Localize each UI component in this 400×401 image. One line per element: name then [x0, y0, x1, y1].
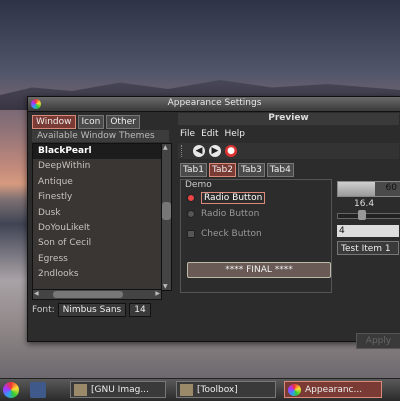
menu-edit[interactable]: Edit	[201, 129, 218, 139]
list-item[interactable]: BlackPearl	[33, 144, 161, 160]
toolbox-icon	[180, 384, 193, 396]
font-row: Font: Nimbus Sans 14	[32, 302, 151, 317]
tab-window[interactable]: Window	[32, 115, 76, 129]
list-item[interactable]: Finestly	[33, 190, 161, 205]
category-tabs: Window Icon Other	[32, 115, 140, 129]
progress-fill	[338, 182, 376, 196]
forward-arrow-icon[interactable]: ▶	[209, 145, 221, 157]
font-label: Font:	[32, 304, 55, 315]
taskbar-app-appearance[interactable]: Appearanc...	[284, 381, 382, 398]
tab-other[interactable]: Other	[106, 115, 140, 129]
toolbar-grip-icon[interactable]	[181, 145, 185, 157]
check-button[interactable]: Check Button	[187, 228, 262, 240]
list-item[interactable]: 2ndlooks	[33, 267, 161, 282]
final-button[interactable]: **** FINAL ****	[187, 262, 331, 278]
themes-horizontal-scrollbar[interactable]: ◀ ▶	[32, 289, 162, 300]
list-item[interactable]: Dusk	[33, 206, 161, 221]
preview-tabs: Tab1 Tab2 Tab3 Tab4	[180, 163, 294, 177]
preview-menubar: File Edit Help	[180, 129, 245, 139]
gimp-icon	[74, 384, 87, 396]
taskbar-app-label: Appearanc...	[305, 385, 363, 395]
start-menu-icon[interactable]	[3, 382, 19, 398]
taskbar-app-label: [GNU Imag...	[91, 385, 149, 395]
list-item[interactable]: DoYouLikeIt	[33, 221, 161, 236]
radio-label: Radio Button	[201, 209, 260, 219]
radio-button-1[interactable]: Radio Button	[187, 192, 266, 204]
tab-1[interactable]: Tab1	[180, 163, 207, 177]
themes-list[interactable]: BlackPearl DeepWithin Antique Finestly D…	[32, 143, 162, 291]
preview-toolbar: ◀ ▶ ●	[178, 143, 399, 159]
list-item[interactable]: Son of Cecil	[33, 236, 161, 251]
menu-file[interactable]: File	[180, 129, 195, 139]
appearance-settings-window: Appearance Settings Window Icon Other Av…	[27, 96, 400, 349]
progress-bar: 60	[337, 181, 400, 197]
themes-vertical-scrollbar[interactable]: ▲ ▼	[161, 143, 172, 291]
checkbox-indicator-icon[interactable]	[187, 230, 195, 238]
check-label: Check Button	[201, 229, 262, 239]
taskbar-app-label: [Toolbox]	[197, 385, 238, 395]
scrollbar-thumb[interactable]	[53, 291, 123, 298]
radio-button-2[interactable]: Radio Button	[187, 208, 259, 220]
tab-3[interactable]: Tab3	[237, 163, 265, 177]
scroll-up-icon[interactable]: ▲	[163, 144, 168, 151]
font-name-field[interactable]: Nimbus Sans	[57, 302, 127, 317]
list-item[interactable]: Antique	[33, 175, 161, 190]
list-item[interactable]: DeepWithin	[33, 159, 161, 174]
apply-button[interactable]: Apply	[356, 333, 400, 349]
tab-4[interactable]: Tab4	[266, 163, 294, 177]
radio-indicator-icon[interactable]	[187, 210, 195, 218]
scroll-right-icon[interactable]: ▶	[155, 290, 160, 297]
scroll-left-icon[interactable]: ◀	[34, 290, 39, 297]
left-pane: Window Icon Other Available Window Theme…	[30, 113, 173, 339]
taskbar-app-toolbox[interactable]: [Toolbox]	[176, 381, 276, 398]
demo-group: Demo Radio Button Radio Button Check But…	[180, 179, 332, 293]
window-title: Appearance Settings	[167, 98, 262, 108]
radio-label: Radio Button	[201, 192, 266, 204]
preview-title: Preview	[178, 113, 399, 125]
back-arrow-icon[interactable]: ◀	[193, 145, 205, 157]
taskbar: [GNU Imag... [Toolbox] Appearanc...	[0, 378, 400, 401]
list-item[interactable]: Egress	[33, 252, 161, 267]
demo-label: Demo	[185, 180, 212, 190]
radio-indicator-icon[interactable]	[187, 194, 195, 202]
font-size-field[interactable]: 14	[129, 302, 151, 317]
preview-pane: Preview File Edit Help ◀ ▶ ● Tab1 Tab2 T…	[178, 113, 400, 349]
scroll-down-icon[interactable]: ▼	[163, 283, 168, 290]
tab-2[interactable]: Tab2	[208, 163, 236, 177]
list-item[interactable]: Test Item 1	[337, 241, 399, 255]
themes-list-header: Available Window Themes	[32, 130, 169, 142]
scrollbar-thumb[interactable]	[162, 202, 171, 220]
tools-icon[interactable]	[30, 382, 46, 398]
progress-value: 60	[385, 183, 397, 193]
window-titlebar[interactable]: Appearance Settings	[28, 97, 400, 112]
stop-icon[interactable]: ●	[225, 145, 237, 157]
slider-knob[interactable]	[358, 210, 366, 220]
appearance-icon	[288, 384, 301, 396]
spin-field[interactable]: 4	[337, 225, 399, 237]
menu-help[interactable]: Help	[225, 129, 246, 139]
tab-icon[interactable]: Icon	[77, 115, 105, 129]
slider-value: 16.4	[354, 199, 375, 209]
slider[interactable]	[337, 210, 400, 220]
taskbar-app-gimp[interactable]: [GNU Imag...	[70, 381, 166, 398]
